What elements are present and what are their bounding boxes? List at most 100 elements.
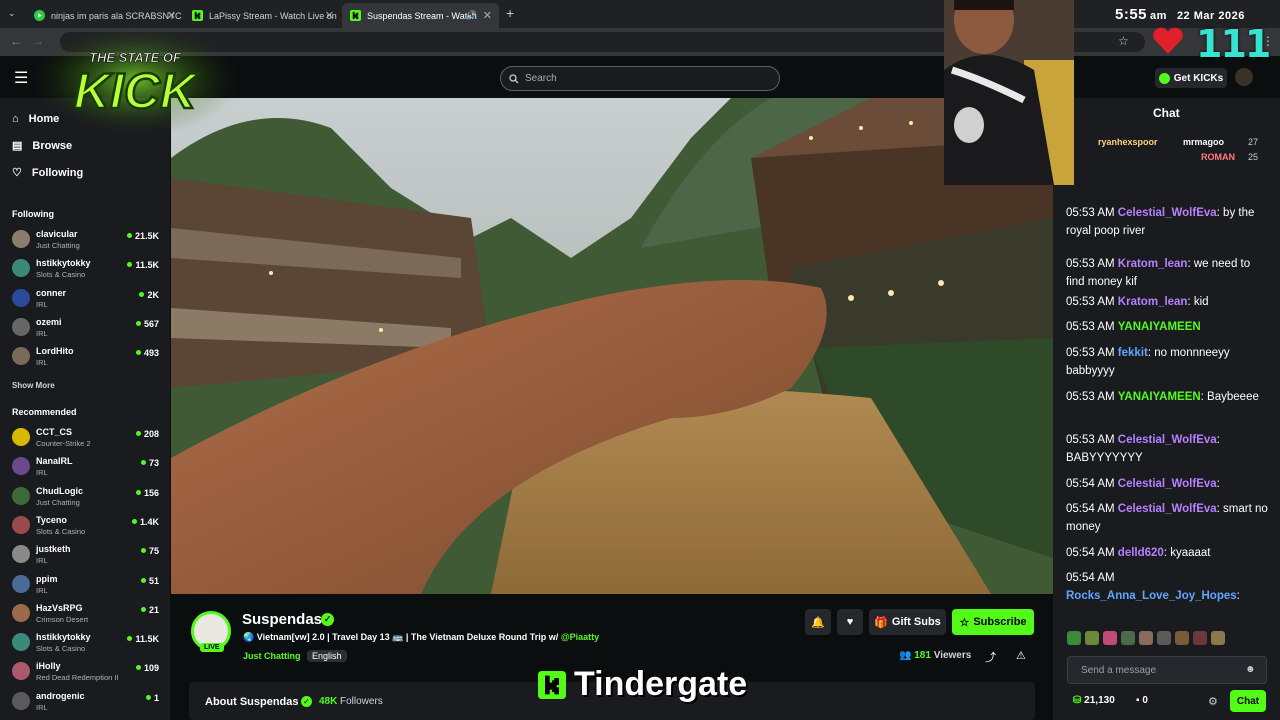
- sidebar-item-label: Following: [31, 166, 84, 179]
- settings-gear-icon[interactable]: ⚙: [1208, 695, 1218, 708]
- chat-message-input[interactable]: Send a message: [1067, 656, 1267, 684]
- chat-username[interactable]: YANAIYAMEEN: [1118, 391, 1201, 403]
- heart-icon: ♥: [846, 616, 854, 628]
- emote-icon[interactable]: [1139, 631, 1153, 645]
- category-link[interactable]: Just Chatting: [243, 651, 301, 661]
- verified-icon: ✓: [321, 613, 334, 626]
- get-kicks-button[interactable]: Get KICKs: [1155, 68, 1227, 88]
- show-more-link[interactable]: Show More: [12, 381, 55, 390]
- search-placeholder: Search: [525, 73, 557, 84]
- viewer-count: 109: [136, 663, 159, 673]
- sidebar-channel[interactable]: ozemi IRL 567: [12, 314, 162, 342]
- stream-mention-link[interactable]: @Piaatty: [561, 632, 599, 642]
- viewer-count: 73: [141, 458, 159, 468]
- emote-icon[interactable]: [1193, 631, 1207, 645]
- emote-icon[interactable]: [1103, 631, 1117, 645]
- viewer-count: 11.5K: [127, 260, 159, 270]
- play-icon: [34, 10, 45, 21]
- language-tag[interactable]: English: [307, 650, 347, 662]
- sidebar-channel[interactable]: iHolly Red Dead Redemption II 109: [12, 658, 162, 686]
- video-player[interactable]: [171, 98, 1053, 594]
- sidebar-channel[interactable]: HazVsRPG Crimson Desert 21: [12, 600, 162, 628]
- webcam-frame: [944, 0, 1074, 185]
- chat-username[interactable]: Kratom_lean: [1118, 296, 1188, 308]
- sidebar-item-following[interactable]: ♡ Following: [12, 166, 84, 180]
- channel-name[interactable]: Suspendas: [242, 611, 322, 628]
- close-icon[interactable]: ✕: [483, 9, 492, 22]
- emoji-icon[interactable]: ☻: [1245, 664, 1256, 675]
- video-frame: [171, 98, 1053, 594]
- emote-icon[interactable]: [1157, 631, 1171, 645]
- chat-text: : Baybeeee: [1200, 391, 1259, 403]
- chat-timestamp: 05:53 AM: [1066, 207, 1115, 219]
- close-icon[interactable]: ✕: [325, 9, 334, 22]
- chat-username[interactable]: Celestial_WolfEva: [1118, 434, 1217, 446]
- chat-message: 05:53 AM YANAIYAMEEN: [1066, 318, 1271, 336]
- chat-username[interactable]: delld620: [1118, 547, 1164, 559]
- chat-username[interactable]: Celestial_WolfEva: [1118, 207, 1217, 219]
- viewer-count: 208: [136, 429, 159, 439]
- sidebar-channel[interactable]: justketh IRL 75: [12, 541, 162, 569]
- sidebar-channel[interactable]: LordHito IRL 493: [12, 343, 162, 371]
- channel-category: IRL: [36, 468, 48, 478]
- emote-icon[interactable]: [1175, 631, 1189, 645]
- report-icon[interactable]: ⚠: [1016, 649, 1026, 662]
- chat-username[interactable]: Rocks_Anna_Love_Joy_Hopes: [1066, 590, 1237, 602]
- sidebar-channel[interactable]: Tyceno Slots & Casino 1.4K: [12, 512, 162, 540]
- browse-icon: ▤: [12, 140, 23, 152]
- chat-username[interactable]: fekkit: [1118, 347, 1148, 359]
- avatar: [12, 486, 30, 505]
- sidebar-channel[interactable]: ChudLogic Just Chatting 156: [12, 483, 162, 511]
- share-icon[interactable]: ⤴: [985, 649, 996, 665]
- back-icon[interactable]: ←: [10, 34, 22, 48]
- sidebar-channel[interactable]: NanaIRL IRL 73: [12, 453, 162, 481]
- bookmark-star-icon[interactable]: ☆: [1118, 34, 1129, 48]
- sidebar-channel[interactable]: ppim IRL 51: [12, 571, 162, 599]
- gift-subs-button[interactable]: 🎁 Gift Subs: [869, 609, 946, 635]
- chat-timestamp: 05:53 AM: [1066, 391, 1115, 403]
- sidebar-item-browse[interactable]: ▤ Browse: [12, 139, 72, 153]
- close-icon[interactable]: ✕: [167, 9, 176, 22]
- channel-name: hstikkytokky: [36, 632, 91, 643]
- stream-title-rest: | The Vietnam Deluxe Round Trip w/: [405, 632, 559, 642]
- sidebar-channel[interactable]: conner IRL 2K: [12, 285, 162, 313]
- search-input[interactable]: Search: [500, 66, 780, 91]
- emote-icon[interactable]: [1085, 631, 1099, 645]
- avatar: [12, 317, 30, 336]
- channel-name: ppim: [36, 573, 58, 584]
- chat-send-button[interactable]: Chat: [1230, 690, 1266, 712]
- emote-icon[interactable]: [1067, 631, 1081, 645]
- chat-username[interactable]: YANAIYAMEEN: [1118, 321, 1201, 333]
- chat-text: :: [1236, 590, 1240, 602]
- speaker-icon[interactable]: 🔊: [466, 10, 477, 21]
- sidebar-channel[interactable]: androgenic IRL 1: [12, 688, 162, 716]
- search-icon: [509, 73, 519, 83]
- subscribe-button[interactable]: ☆ Subscribe: [952, 609, 1034, 635]
- notification-bell-button[interactable]: 🔔: [805, 609, 831, 635]
- emote-icon[interactable]: [1211, 631, 1225, 645]
- emote-icon[interactable]: [1121, 631, 1135, 645]
- new-tab-button[interactable]: +: [506, 5, 514, 21]
- follow-heart-button[interactable]: ♥: [837, 609, 863, 635]
- sidebar-channel[interactable]: hstikkytokky Slots & Casino 11.5K: [12, 629, 162, 657]
- viewer-count: 11.5K: [127, 634, 159, 644]
- chat-username[interactable]: Celestial_WolfEva: [1118, 503, 1217, 515]
- tab-suspendas[interactable]: Suspendas Stream - Watch 🔊 ✕: [342, 3, 499, 28]
- chat-message: 05:54 AM Rocks_Anna_Love_Joy_Hopes:: [1066, 569, 1271, 605]
- chat-timestamp: 05:54 AM: [1066, 503, 1115, 515]
- sidebar-channel[interactable]: clavicular Just Chatting 21.5K: [12, 226, 162, 254]
- chat-username[interactable]: Celestial_WolfEva: [1118, 478, 1217, 490]
- kicks-balance[interactable]: ▪ 0: [1136, 695, 1148, 706]
- channel-points[interactable]: ⛁ 21,130: [1073, 695, 1115, 706]
- channel-category: Red Dead Redemption II: [36, 673, 119, 683]
- viewer-count: 567: [136, 319, 159, 329]
- sidebar-channel[interactable]: CCT_CS Counter-Strike 2 208: [12, 424, 162, 452]
- get-kicks-label: Get KICKs: [1173, 72, 1224, 84]
- logo-art: THE STATE OF KICK: [30, 24, 240, 136]
- user-avatar[interactable]: [1235, 68, 1253, 86]
- hamburger-menu-icon[interactable]: ☰: [14, 68, 28, 88]
- chat-username[interactable]: Kratom_lean: [1118, 258, 1188, 270]
- channel-name: justketh: [36, 544, 71, 555]
- sidebar-channel[interactable]: hstikkytokky Slots & Casino 11.5K: [12, 255, 162, 283]
- tab-search-icon[interactable]: ⌄: [8, 8, 16, 19]
